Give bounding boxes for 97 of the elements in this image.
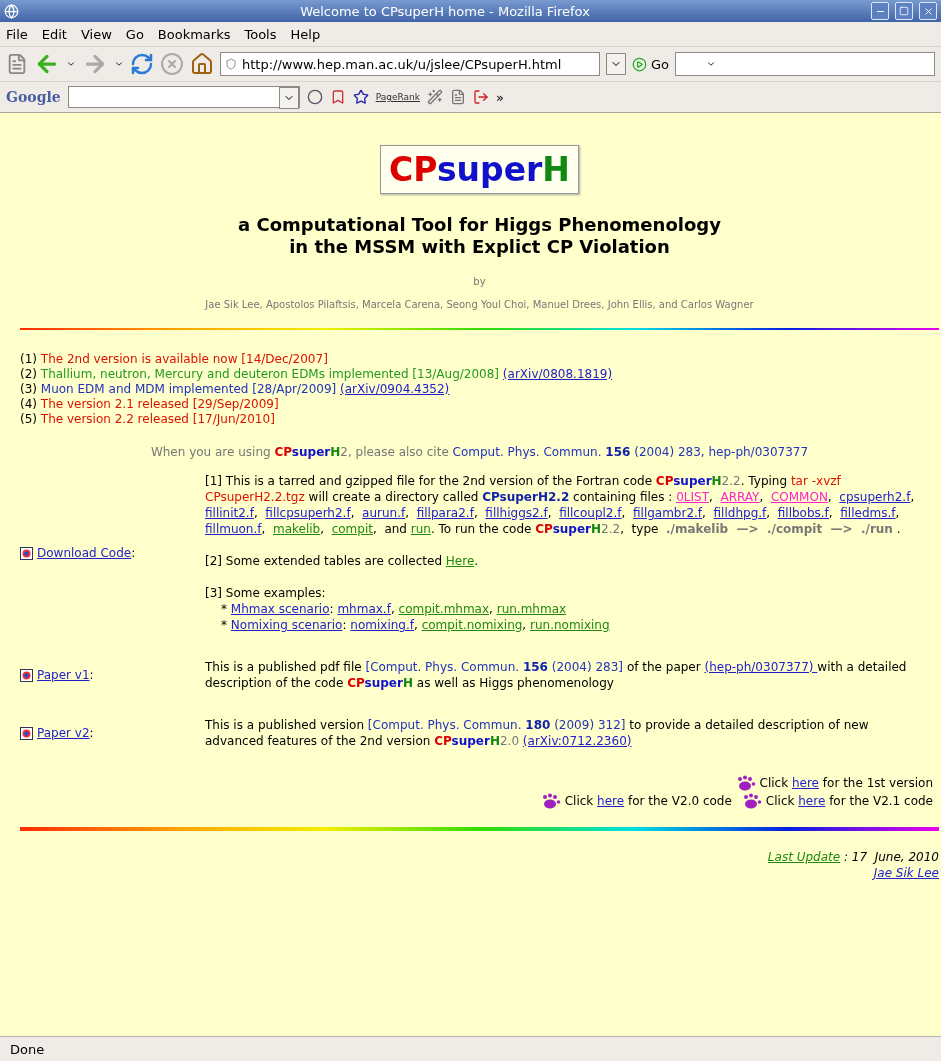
menu-item[interactable]: View [80, 26, 112, 42]
page-heading: a Computational Tool for Higgs Phenomenology in the MSSM with Explict CP Violation [238, 214, 721, 258]
paw-icon [735, 775, 756, 791]
dropdown-icon[interactable] [66, 59, 76, 69]
row-label: Paper v1: [37, 668, 94, 682]
link[interactable]: run.mhmax [496, 602, 567, 616]
send-icon[interactable] [472, 89, 489, 105]
link[interactable]: fillinit2.f [205, 506, 254, 520]
globe-icon [4, 3, 19, 19]
citation-note: When you are using CPsuperH2, please also cite Comput. Phys. Commun. 156 (2004) 283, hep-ph/0307377 [149, 445, 810, 459]
paw-icon [741, 793, 762, 809]
menu-item[interactable]: Edit [41, 26, 67, 42]
link[interactable]: Paper v1 [37, 668, 90, 682]
link[interactable]: (arXiv:0712.2360) [522, 734, 632, 748]
pagerank-button[interactable]: PageRank [375, 92, 420, 102]
go-button[interactable]: Go [632, 56, 670, 72]
link[interactable]: fillcoupl2.f [559, 506, 622, 520]
site-logo: CPsuperH [380, 145, 579, 194]
link[interactable]: here [597, 794, 625, 808]
authors-text: Jae Sik Lee, Apostolos Pilaftsis, Marcela Carena, Seong Youl Choi, Manuel Drees, John Ellis, and Carlos Wagner [205, 299, 754, 310]
dropdown-button[interactable] [278, 87, 299, 109]
version-note: Click here for the 1st version [759, 776, 933, 790]
play-icon [632, 56, 647, 72]
link[interactable]: fillpara2.f [416, 506, 474, 520]
description-text: [1] This is a tarred and gzipped file for the 2nd version of the Fortran code CPsuperH2.2. Typing tar -xvzf CPsuperH2.2.tgz will create a directory called CPsuperH2.2 containing files : 0LIST, ARRAY, COMMON, cpsuperh2.f, fillinit2.f, fillcpsuperh2.f, aurun.f, fillpara2.f, fillhiggs2.f, fillcoupl2.f, fillgambr2.f, filldhpg.f, fillbobs.f, filledms.f, fillmuon.f, makelib, compit, and run. To run the code CPsuperH2.2, type ./makelib —> ./compit —> ./run . [205, 473, 916, 537]
news-item: (5) The version 2.2 released [17/Jun/2010] [20, 412, 276, 427]
description-text: [2] Some extended tables are collected Here. [205, 553, 480, 569]
document-icon [20, 546, 33, 560]
page-icon[interactable] [449, 89, 466, 105]
home-icon[interactable] [190, 52, 214, 76]
link[interactable]: (arXiv/0904.4352) [340, 382, 450, 396]
version-note: Click here for the V2.0 code [564, 794, 732, 808]
link[interactable]: fillgambr2.f [633, 506, 703, 520]
window-title: Welcome to CPsuperH home - Mozilla Firefox [299, 3, 591, 19]
dropdown-button[interactable] [606, 53, 626, 75]
news-item: (2) Thallium, neutron, Mercury and deuteron EDMs implemented [13/Aug/2008] (arXiv/0808.1819) [20, 367, 614, 382]
link[interactable]: mhmax.f [337, 602, 391, 616]
stop-icon[interactable] [160, 52, 184, 76]
news-item: (4) The version 2.1 released [29/Sep/2009] [20, 397, 280, 412]
author-link[interactable]: Jae Sik Lee [873, 865, 939, 881]
new-window-icon[interactable] [6, 53, 28, 75]
toolbar-logo[interactable]: Google [6, 89, 61, 105]
dropdown-icon[interactable] [114, 59, 124, 69]
link[interactable]: fillhiggs2.f [485, 506, 548, 520]
more-button[interactable]: » [495, 89, 504, 105]
description-text: This is a published pdf file [Comput. Phys. Commun. 156 (2004) 283] of the paper (hep-ph/0307377) with a detailed description of the code CPsuperH as well as Higgs phenomenology [205, 659, 908, 691]
news-item: (3) Muon EDM and MDM implemented [28/Apr/2009] (arXiv/0904.4352) [20, 382, 451, 397]
menu-item[interactable]: Tools [244, 26, 277, 42]
link[interactable]: Mhmax scenario [230, 602, 330, 616]
search-field[interactable] [675, 52, 935, 76]
site-icon [225, 58, 237, 70]
maximize-icon [899, 6, 909, 16]
link[interactable]: here [798, 794, 826, 808]
menu-item[interactable]: Go [125, 26, 144, 42]
link[interactable]: fillbobs.f [777, 506, 829, 520]
description-text: * Nomixing scenario: nomixing.f, compit.nomixing, run.nomixing [220, 617, 611, 633]
document-icon [20, 726, 33, 740]
link[interactable]: filledms.f [840, 506, 896, 520]
address-field[interactable]: http://www.hep.man.ac.uk/u/jslee/CPsuperH.html [220, 52, 600, 76]
link[interactable]: fillmuon.f [205, 522, 262, 536]
wand-icon[interactable] [426, 89, 443, 105]
description-text: * Mhmax scenario: mhmax.f, compit.mhmax, run.mhmax [220, 601, 568, 617]
close-button[interactable] [919, 2, 937, 20]
menu-item[interactable]: Bookmarks [157, 26, 231, 42]
link[interactable]: Last Update [767, 850, 841, 864]
paw-icon [540, 793, 561, 809]
maximize-button[interactable] [895, 2, 913, 20]
link[interactable]: run [410, 522, 431, 536]
update-note: Last Update : 17 June, 2010 [767, 849, 939, 865]
minimize-button[interactable] [871, 2, 889, 20]
document-icon [20, 668, 33, 682]
link[interactable]: aurun.f [362, 506, 406, 520]
row-label: Download Code: [37, 546, 136, 560]
link[interactable]: compit [331, 522, 373, 536]
link[interactable]: run.nomixing [530, 618, 610, 632]
menu-item[interactable]: File [6, 26, 28, 42]
reload-icon[interactable] [130, 52, 154, 76]
status-text: Done [0, 1036, 941, 1061]
star-icon[interactable] [352, 89, 369, 105]
link[interactable]: fillcpsuperh2.f [265, 506, 351, 520]
row-label: Paper v2: [37, 726, 94, 740]
description-text: [3] Some examples: [205, 585, 327, 601]
link[interactable]: (hep-ph/0307377) [704, 660, 818, 674]
search-field[interactable] [67, 86, 300, 108]
link[interactable]: nomixing.f [350, 618, 414, 632]
link[interactable]: filldhpg.f [713, 506, 767, 520]
news-item: (1) The 2nd version is available now [14/Dec/2007] [20, 352, 329, 367]
chevron-icon [706, 59, 717, 69]
by-text: by [473, 276, 486, 287]
link[interactable]: Paper v2 [37, 726, 90, 740]
description-text: This is a published version [Comput. Phys. Commun. 180 (2009) 312] to provide a detailed description of new advanced features of the 2nd version CPsuperH2.0 (arXiv:0712.2360) [205, 717, 870, 749]
link[interactable]: cpsuperh2.f [839, 490, 911, 504]
close-icon [922, 5, 934, 17]
menu-item[interactable]: Help [290, 26, 321, 42]
version-note: Click here for the V2.1 code [765, 794, 933, 808]
link[interactable]: (arXiv/0808.1819) [502, 367, 613, 381]
link[interactable]: here [791, 776, 819, 790]
